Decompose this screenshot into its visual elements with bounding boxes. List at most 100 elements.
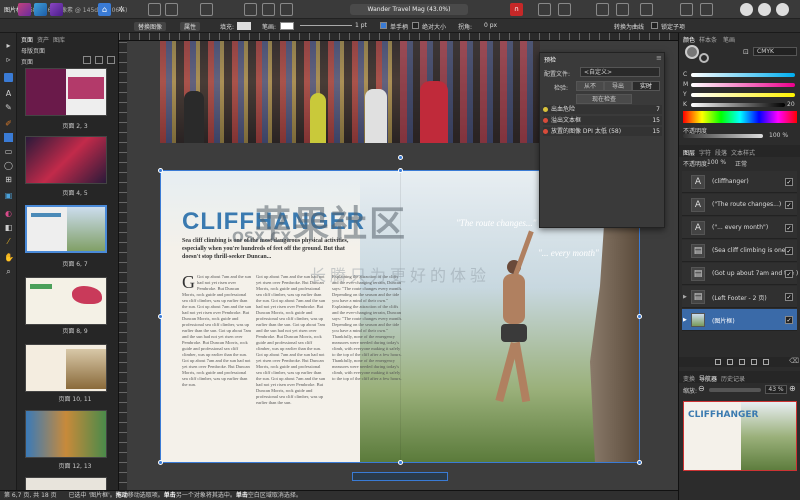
boolean-icon[interactable] xyxy=(680,3,693,16)
zoom-value[interactable]: 43 % xyxy=(765,385,787,394)
tab-assets[interactable]: 资产 xyxy=(37,35,49,44)
rotate-icon[interactable] xyxy=(616,3,629,16)
check-never-button[interactable]: 从不 xyxy=(576,81,604,91)
corner-value[interactable]: 0 px xyxy=(484,22,497,29)
tab-paragraph[interactable]: 段落 xyxy=(715,148,727,157)
photo-persona-icon[interactable] xyxy=(50,3,63,16)
color-picker-icon[interactable]: ◐ xyxy=(4,209,13,218)
lock-icon[interactable]: ⊡ xyxy=(743,48,749,56)
move-tool-icon[interactable]: ▸ xyxy=(4,41,13,50)
expand-icon[interactable]: ▶ xyxy=(683,294,687,300)
tab-navigator[interactable]: 导航器 xyxy=(699,374,717,383)
group-layers-icon[interactable] xyxy=(763,359,769,365)
node-tool-icon[interactable]: ▹ xyxy=(4,55,13,64)
layer-visibility-checkbox[interactable]: ✓ xyxy=(785,293,793,301)
image-scale-slider[interactable] xyxy=(352,472,448,481)
snap-icon[interactable] xyxy=(200,3,213,16)
publisher-persona-icon[interactable] xyxy=(18,3,31,16)
settings-icon[interactable]: ✲ xyxy=(115,3,128,16)
tab-swatches[interactable]: 样本条 xyxy=(699,35,717,44)
view-mode-icon[interactable] xyxy=(148,3,161,16)
effects-icon[interactable] xyxy=(739,359,745,365)
profile-select[interactable]: <自定义> xyxy=(580,67,660,77)
color-mode-select[interactable]: CMYK xyxy=(753,47,797,56)
layer-visibility-checkbox[interactable]: ✓ xyxy=(785,178,793,186)
selection-handle[interactable] xyxy=(158,314,163,319)
tab-stock[interactable]: 图库 xyxy=(53,35,65,44)
blend-mode-select[interactable]: 正常 xyxy=(735,159,747,168)
opacity-value[interactable]: 100 % xyxy=(769,132,788,139)
lock-children-checkbox[interactable] xyxy=(651,22,658,29)
rectangle-tool-icon[interactable]: ▭ xyxy=(4,147,13,156)
assistant-icon[interactable] xyxy=(740,3,753,16)
page-thumb-12-13[interactable] xyxy=(25,410,107,458)
group-icon[interactable] xyxy=(640,3,653,16)
page-thumb-14-15[interactable] xyxy=(25,477,107,491)
selection-handle[interactable] xyxy=(637,314,642,319)
layer-row[interactable]: ▤ (Got up about 7am and the ) ✓ xyxy=(682,263,798,285)
check-now-button[interactable]: 现在检查 xyxy=(576,94,632,104)
magenta-slider[interactable] xyxy=(691,83,795,87)
key-slider[interactable] xyxy=(691,103,785,107)
properties-button[interactable]: 属性 xyxy=(180,22,201,31)
layer-row[interactable]: ▶ ▤ (Left Footer - 2 页) ✓ xyxy=(682,286,797,308)
layer-visibility-checkbox[interactable]: ✓ xyxy=(785,224,793,232)
page-thumb-8-9[interactable] xyxy=(25,277,107,325)
flip-icon[interactable] xyxy=(596,3,609,16)
horizontal-ruler[interactable] xyxy=(119,33,678,41)
adjustment-icon[interactable] xyxy=(727,359,733,365)
master-pages-section[interactable]: 母版页面 xyxy=(21,46,45,55)
rotation-handle[interactable] xyxy=(398,155,403,160)
document-title[interactable]: Wander Travel Mag (43.0%) xyxy=(350,4,468,15)
selection-handle[interactable] xyxy=(158,168,163,173)
order-forward-icon[interactable] xyxy=(558,3,571,16)
convert-to-curves-button[interactable]: 转换为曲线 xyxy=(614,22,644,31)
page-thumb-4-5[interactable] xyxy=(25,136,107,184)
key-value[interactable]: 20 xyxy=(787,101,795,108)
crowd-photo-left[interactable] xyxy=(160,41,400,143)
eyedropper-icon[interactable]: ⁄ xyxy=(4,237,13,246)
selection-handle[interactable] xyxy=(158,460,163,465)
stroke-width-slider[interactable] xyxy=(300,25,352,26)
selection-handle[interactable] xyxy=(637,460,642,465)
page-thumb-2-3[interactable] xyxy=(25,68,107,116)
add-page-icon[interactable] xyxy=(83,56,91,64)
designer-persona-icon[interactable] xyxy=(34,3,47,16)
layer-visibility-checkbox[interactable]: ✓ xyxy=(785,247,793,255)
tab-character[interactable]: 字符 xyxy=(699,148,711,157)
tab-color[interactable]: 颜色 xyxy=(683,35,695,44)
delete-layer-icon[interactable]: ⌫ xyxy=(789,357,799,365)
opacity-slider[interactable] xyxy=(683,134,763,138)
snapping-magnet-icon[interactable]: ∩ xyxy=(510,3,523,16)
zoom-out-icon[interactable]: ⊖ xyxy=(698,384,705,393)
grid-icon[interactable] xyxy=(244,3,257,16)
fill-swatch[interactable] xyxy=(237,22,251,30)
layer-row[interactable]: A ("... every month") ✓ xyxy=(682,217,797,239)
artistic-text-icon[interactable]: A xyxy=(4,89,13,98)
zoom-in-icon[interactable]: ⊕ xyxy=(789,384,796,393)
replace-image-button[interactable]: 替换图像 xyxy=(134,22,167,31)
page-thumb-6-7[interactable] xyxy=(25,205,107,253)
stroke-swatch[interactable] xyxy=(280,22,294,30)
pencil-tool-icon[interactable]: ✐ xyxy=(4,119,13,128)
yellow-slider[interactable] xyxy=(691,93,795,97)
check-export-button[interactable]: 导出 xyxy=(604,81,632,91)
preview-mode-icon[interactable] xyxy=(165,3,178,16)
account-icon[interactable] xyxy=(776,3,789,16)
vertical-ruler[interactable] xyxy=(119,41,127,493)
table-tool-icon[interactable]: ⊞ xyxy=(4,175,13,184)
transparency-tool-icon[interactable]: ◧ xyxy=(4,223,13,232)
expand-icon[interactable]: ▶ xyxy=(683,317,687,323)
add-layer-icon[interactable] xyxy=(751,359,757,365)
preflight-issue-overflow[interactable]: 溢出文本框 15 xyxy=(543,116,662,125)
color-spectrum[interactable] xyxy=(683,111,797,123)
cyan-slider[interactable] xyxy=(691,73,795,77)
selection-handle[interactable] xyxy=(398,460,403,465)
image-frame-tool-icon[interactable]: ▣ xyxy=(4,191,13,200)
page-thumb-10-11[interactable] xyxy=(25,344,107,392)
hand-tool-icon[interactable]: ✋ xyxy=(4,253,14,262)
single-handle-checkbox[interactable] xyxy=(380,22,387,29)
home-icon[interactable]: ⌂ xyxy=(98,3,111,16)
zoom-tool-icon[interactable]: ⌕ xyxy=(4,267,13,276)
pen-tool-icon[interactable]: ✎ xyxy=(4,103,13,112)
